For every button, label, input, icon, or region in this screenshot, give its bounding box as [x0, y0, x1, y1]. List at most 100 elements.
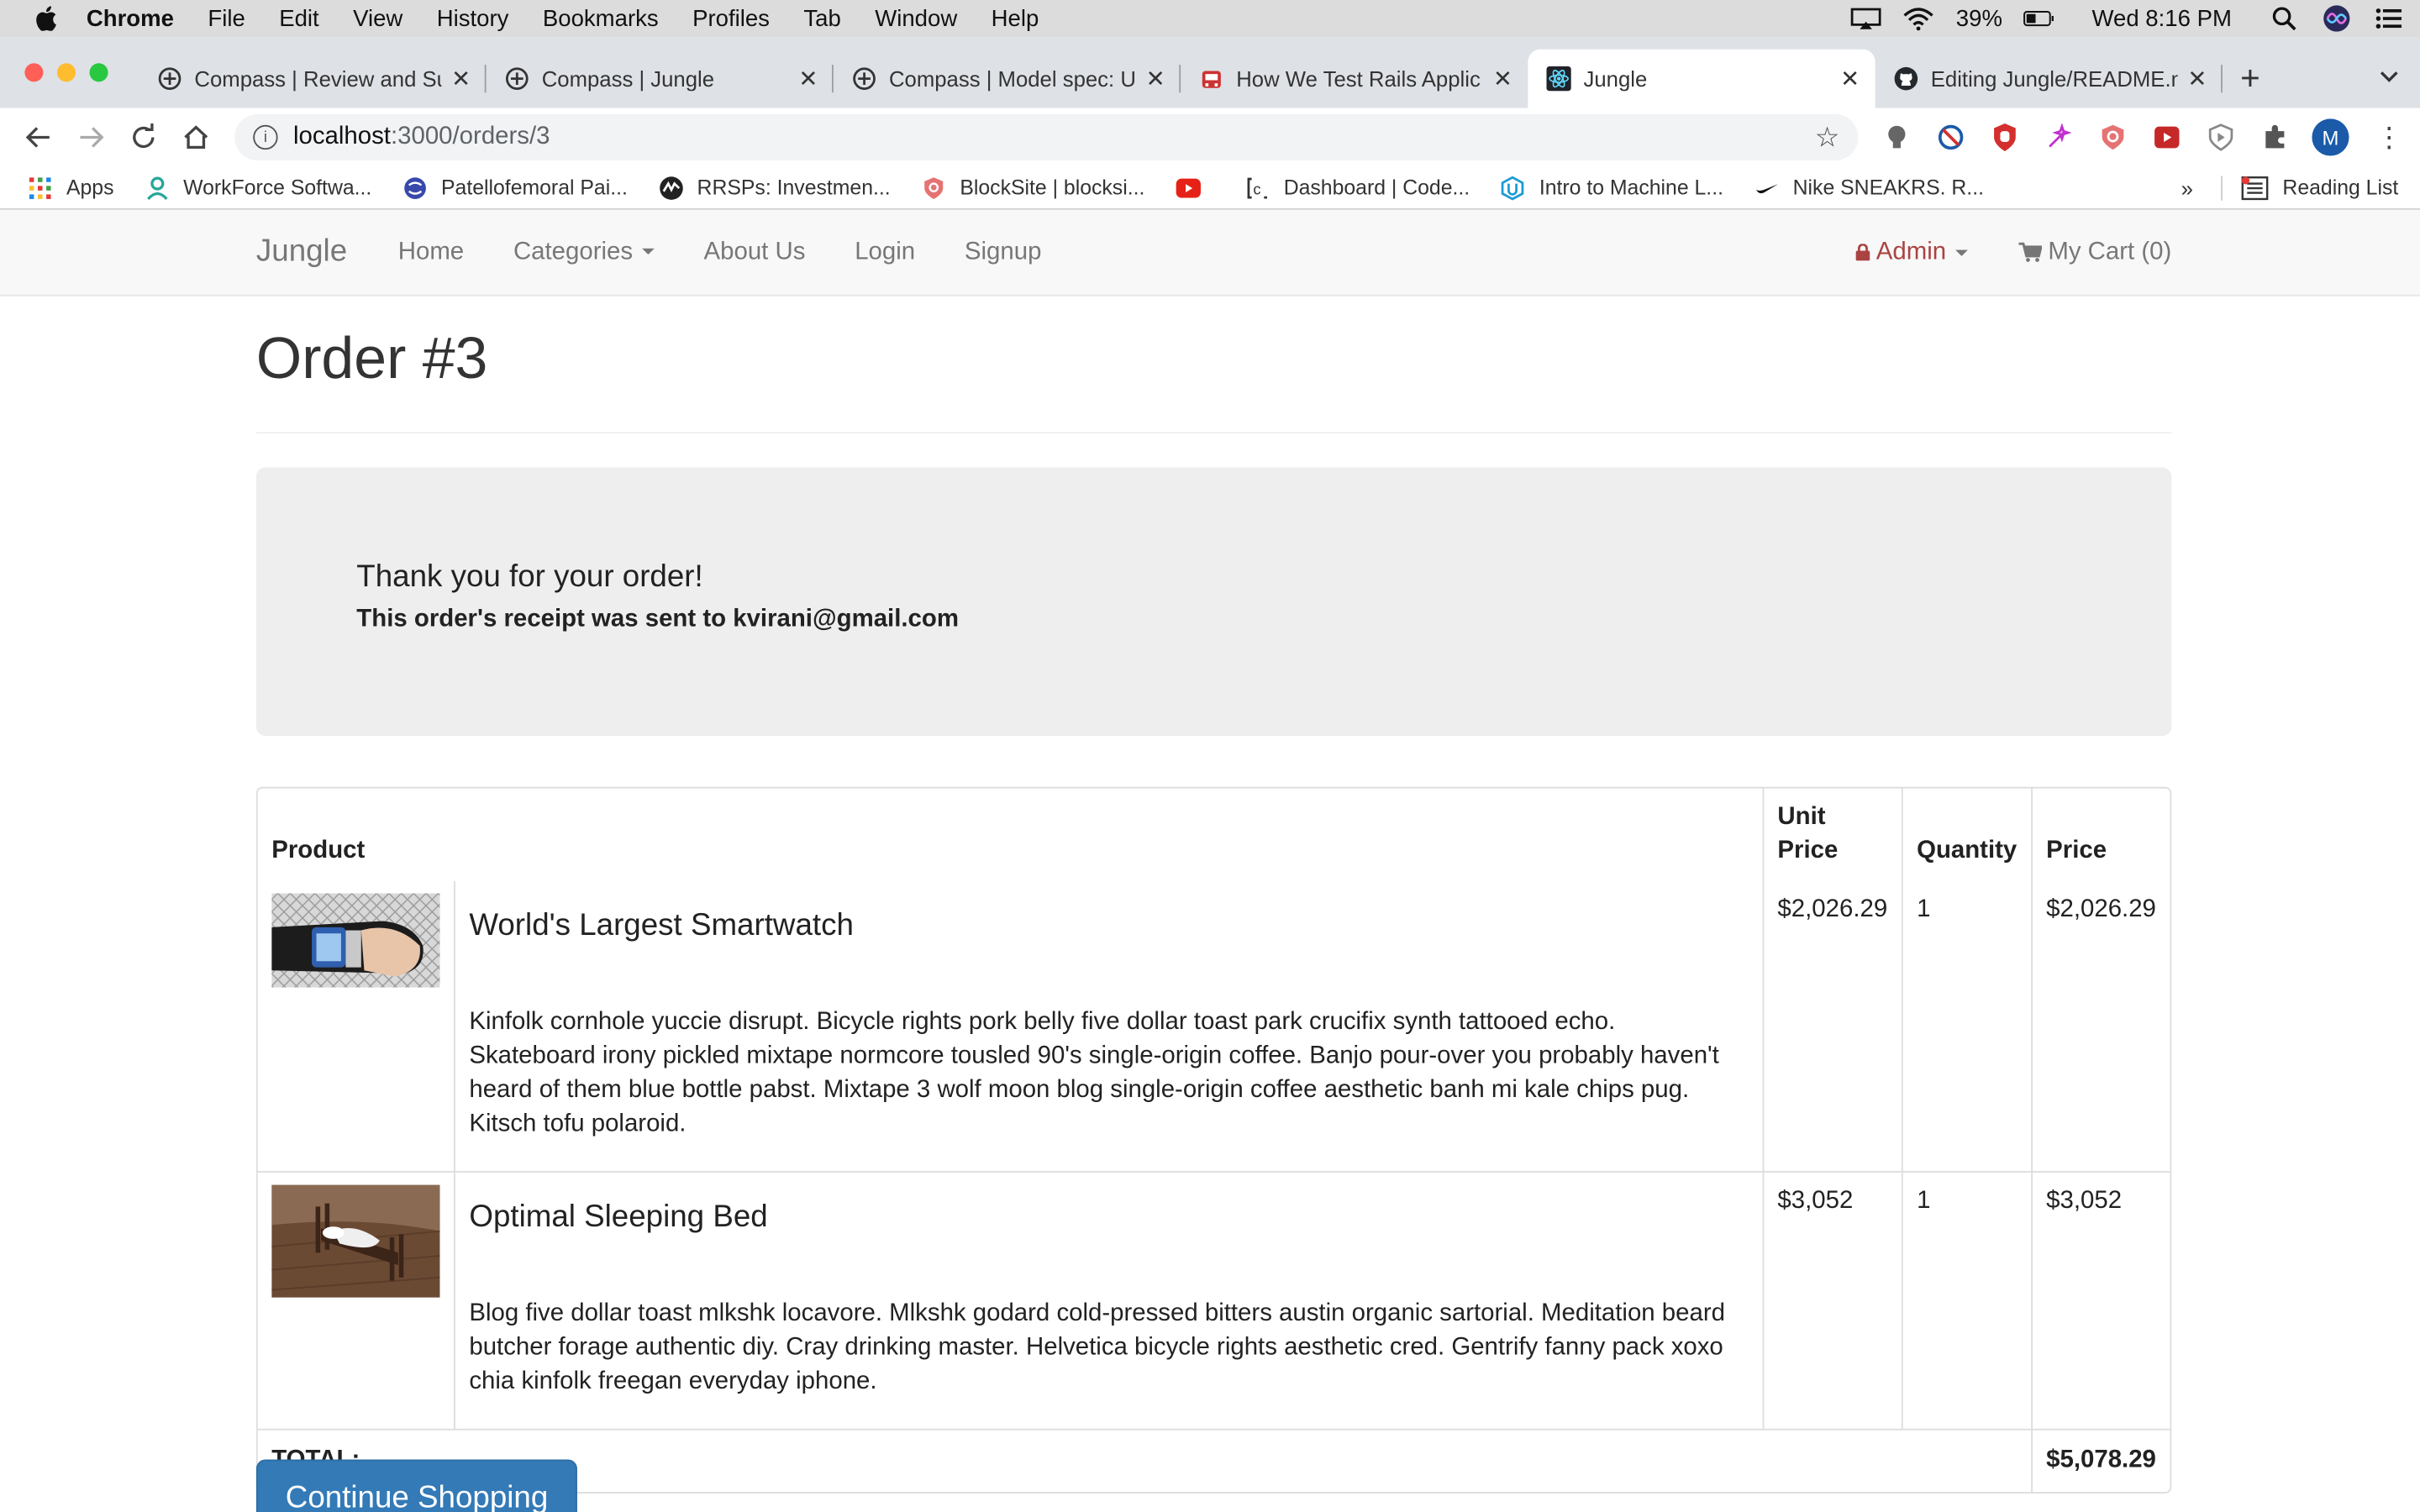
tab-compass-review[interactable]: Compass | Review and Su ✕: [139, 50, 487, 108]
menu-file[interactable]: File: [208, 5, 245, 31]
lightbulb-extension-icon[interactable]: [1880, 120, 1913, 154]
reading-list-button[interactable]: Reading List: [2220, 175, 2399, 200]
continue-shopping-button[interactable]: Continue Shopping: [255, 1459, 578, 1512]
menu-tab[interactable]: Tab: [803, 5, 840, 31]
shield-extension-icon[interactable]: [2204, 120, 2238, 154]
bookmark-apps[interactable]: Apps: [28, 175, 114, 199]
clock[interactable]: Wed 8:16 PM: [2091, 5, 2231, 31]
menu-bookmarks[interactable]: Bookmarks: [543, 5, 659, 31]
close-window-button[interactable]: [24, 63, 44, 82]
puzzle-extensions-icon[interactable]: [2258, 120, 2291, 154]
ublock-extension-icon[interactable]: [1988, 120, 2022, 154]
nav-about-us[interactable]: About Us: [704, 239, 806, 266]
more-bookmarks-chevron[interactable]: »: [2181, 175, 2193, 199]
battery-icon[interactable]: [2023, 6, 2055, 30]
bookmarks-bar: Apps WorkForce Softwa... Patellofemoral …: [0, 166, 2420, 210]
price-cell: $2,026.29: [2032, 881, 2170, 1173]
minimize-window-button[interactable]: [56, 63, 76, 82]
bookmark-rrsps[interactable]: RRSPs: Investmen...: [659, 175, 891, 199]
menu-help[interactable]: Help: [992, 5, 1039, 31]
bookmark-blocksite[interactable]: BlockSite | blocksi...: [921, 175, 1144, 199]
bed-product-image[interactable]: [271, 1184, 440, 1298]
brand-link[interactable]: Jungle: [256, 234, 347, 270]
product-name[interactable]: Optimal Sleeping Bed: [469, 1200, 1748, 1236]
nav-my-cart[interactable]: My Cart (0): [2018, 239, 2171, 266]
siri-icon[interactable]: [2321, 5, 2352, 32]
nav-admin-label: Admin: [1876, 238, 1947, 265]
close-tab-icon[interactable]: ✕: [2187, 65, 2207, 92]
column-header-quantity: Quantity: [1903, 788, 2033, 881]
magic-extension-icon[interactable]: [2042, 120, 2075, 154]
blocksite-extension-icon[interactable]: [2096, 120, 2129, 154]
tab-github-readme[interactable]: Editing Jungle/README.m ✕: [1876, 50, 2223, 108]
home-icon: [184, 125, 208, 150]
close-tab-icon[interactable]: ✕: [451, 65, 471, 92]
menu-app-name[interactable]: Chrome: [87, 5, 174, 31]
tab-rails-testing[interactable]: How We Test Rails Applic ✕: [1181, 50, 1528, 108]
control-center-icon[interactable]: [2374, 6, 2405, 30]
unit-price-cell: $2,026.29: [1763, 880, 1903, 1173]
reload-button[interactable]: [118, 114, 170, 160]
close-tab-icon[interactable]: ✕: [1146, 65, 1165, 92]
home-button[interactable]: [170, 114, 222, 160]
table-row: Optimal Sleeping Bed Blog five dollar to…: [257, 1172, 2170, 1431]
forward-arrow-icon: [80, 127, 104, 148]
site-info-icon[interactable]: i: [253, 124, 278, 150]
react-icon: [1546, 66, 1571, 92]
wifi-icon[interactable]: [1903, 6, 1934, 30]
bookmark-youtube[interactable]: [1176, 175, 1214, 199]
address-bar[interactable]: i localhost:3000/orders/3 ☆: [234, 113, 1859, 161]
product-image-cell: [257, 880, 455, 1173]
menu-profiles[interactable]: Profiles: [692, 5, 770, 31]
bookmark-nike[interactable]: Nike SNEAKRS. R...: [1754, 175, 1984, 199]
tab-title: How We Test Rails Applic: [1236, 66, 1481, 92]
nav-signup[interactable]: Signup: [965, 239, 1042, 266]
reading-list-icon: [2241, 175, 2269, 200]
bookmark-codewars[interactable]: c Dashboard | Code...: [1245, 175, 1470, 199]
bookmark-workforce[interactable]: WorkForce Softwa...: [145, 175, 371, 200]
apple-icon[interactable]: [34, 6, 58, 31]
tab-search-chevron-icon[interactable]: [2380, 65, 2398, 88]
close-tab-icon[interactable]: ✕: [798, 65, 818, 92]
bookmark-label: Apps: [66, 176, 114, 199]
back-button[interactable]: [13, 114, 65, 160]
airplay-icon[interactable]: [1851, 6, 1882, 30]
nav-categories-dropdown[interactable]: Categories: [513, 239, 655, 266]
github-icon: [1894, 66, 1918, 91]
menu-window[interactable]: Window: [875, 5, 957, 31]
menu-view[interactable]: View: [353, 5, 402, 31]
tab-jungle[interactable]: Jungle ✕: [1528, 49, 1876, 108]
close-tab-icon[interactable]: ✕: [1493, 65, 1512, 92]
reading-list-label: Reading List: [2282, 176, 2399, 199]
menu-history[interactable]: History: [437, 5, 509, 31]
block-extension-icon[interactable]: [1933, 120, 1967, 154]
tab-compass-jungle[interactable]: Compass | Jungle ✕: [487, 50, 834, 108]
tab-title: Jungle: [1583, 66, 1648, 92]
nav-home[interactable]: Home: [398, 239, 464, 266]
close-tab-icon[interactable]: ✕: [1840, 65, 1860, 92]
new-tab-button[interactable]: +: [2223, 50, 2278, 108]
nav-admin-dropdown[interactable]: Admin: [1854, 239, 1968, 266]
profile-avatar[interactable]: M: [2312, 118, 2349, 156]
column-header-unit-price: Unit Price: [1764, 788, 1903, 881]
bookmark-label: Patellofemoral Pai...: [440, 176, 628, 199]
tab-title: Compass | Jungle: [541, 66, 715, 92]
person-icon: [145, 175, 169, 200]
rails-icon: [1199, 66, 1223, 91]
bookmark-star-icon[interactable]: ☆: [1815, 121, 1840, 154]
product-name[interactable]: World's Largest Smartwatch: [469, 909, 1748, 944]
spotlight-search-icon[interactable]: [2269, 6, 2300, 31]
forward-button[interactable]: [65, 114, 117, 160]
chrome-menu-icon[interactable]: ⋮: [2375, 121, 2403, 154]
bookmark-ml-intro[interactable]: Intro to Machine L...: [1501, 175, 1723, 200]
video-extension-icon[interactable]: [2150, 120, 2184, 154]
bookmark-patellofemoral[interactable]: Patellofemoral Pai...: [402, 175, 628, 199]
smartwatch-product-image[interactable]: [271, 893, 440, 988]
column-header-product: Product: [258, 788, 1764, 881]
tab-compass-model-spec[interactable]: Compass | Model spec: U ✕: [834, 50, 1181, 108]
quantity-cell: 1: [1902, 1172, 2033, 1431]
menu-edit[interactable]: Edit: [279, 5, 318, 31]
zoom-window-button[interactable]: [89, 63, 108, 82]
nav-login[interactable]: Login: [855, 239, 915, 266]
bookmark-label: RRSPs: Investmen...: [697, 176, 891, 199]
